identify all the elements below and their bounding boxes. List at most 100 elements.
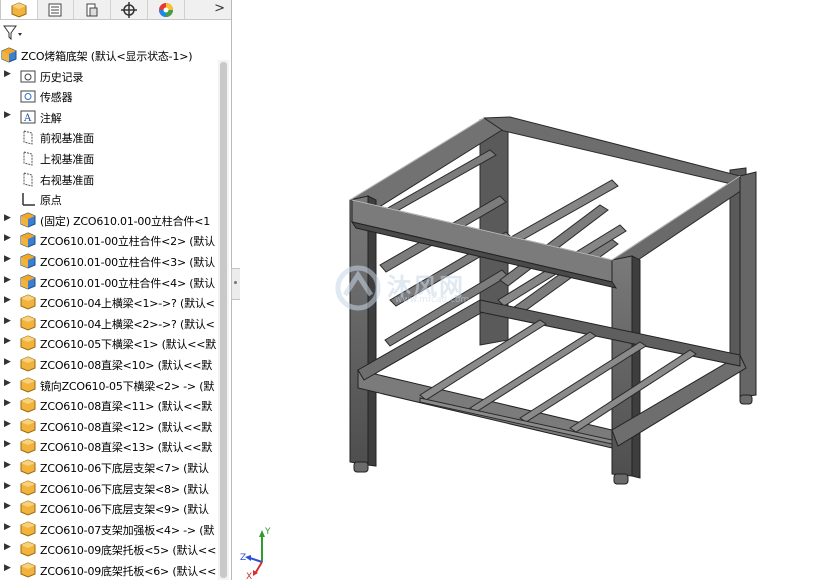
expand-arrow-icon[interactable]: ▶ xyxy=(4,439,11,449)
tree-item[interactable]: 传感器 xyxy=(0,86,218,106)
tree-item[interactable]: 原点 xyxy=(0,189,218,209)
tree-root-assembly[interactable]: ZCO烤箱底架 (默认<显示状态-1>) xyxy=(0,45,218,65)
tree-item-label: ZCO610-06下底层支架<9> (默认 xyxy=(40,503,209,517)
filter-icon[interactable] xyxy=(3,24,25,42)
tree-component[interactable]: ▶ ZCO610-04上横梁<1>->? (默认< xyxy=(0,292,218,312)
part-icon xyxy=(20,480,36,496)
tab-dimxpert-manager[interactable] xyxy=(111,0,148,19)
tree-item-label: ZCO610.01-00立柱合件<2> (默认 xyxy=(40,235,215,249)
part-icon xyxy=(20,438,36,454)
expand-arrow-icon[interactable]: ▶ xyxy=(4,275,11,285)
triad-y-label: Y xyxy=(264,527,271,537)
svg-text:A: A xyxy=(23,113,32,124)
expand-arrow-icon[interactable]: ▶ xyxy=(4,481,11,491)
tree-item-label: ZCO610.01-00立柱合件<3> (默认 xyxy=(40,256,215,269)
part-icon xyxy=(20,335,36,351)
expand-arrow-icon[interactable]: ▶ xyxy=(4,542,11,552)
assembly-icon xyxy=(1,47,17,63)
tab-display-manager[interactable] xyxy=(148,0,185,19)
subassembly-icon xyxy=(20,253,36,269)
expand-arrow-icon[interactable]: ▶ xyxy=(4,69,11,79)
part-icon xyxy=(20,541,36,557)
tree-item-label: 前视基准面 xyxy=(40,132,94,146)
expand-arrow-icon[interactable]: ▶ xyxy=(4,336,11,346)
plane-icon xyxy=(23,151,33,166)
expand-arrow-icon[interactable]: ▶ xyxy=(4,295,11,305)
triad-x-label: X xyxy=(246,572,252,580)
tree-item[interactable]: 前视基准面 xyxy=(0,127,218,147)
tree-item-label: 注解 xyxy=(40,111,62,125)
tree-item[interactable]: ▶ 历史记录 xyxy=(0,66,218,86)
tree-component[interactable]: ▶ ZCO610-04上横梁<2>->? (默认< xyxy=(0,313,218,333)
tree-item-label: ZCO610-05下横梁<1> (默认<<默 xyxy=(40,338,217,352)
tab-configuration-manager[interactable] xyxy=(74,0,111,19)
tree-item-label: 历史记录 xyxy=(40,70,84,84)
part-icon xyxy=(20,521,36,537)
tree-component[interactable]: ▶ ZCO610-08直梁<10> (默认<<默 xyxy=(0,354,218,374)
tree-item-label: ZCO610.01-00立柱合件<4> (默认 xyxy=(40,276,215,290)
tab-feature-manager[interactable] xyxy=(0,0,38,19)
tree-component[interactable]: ▶ ZCO610-06下底层支架<8> (默认 xyxy=(0,478,218,498)
part-icon xyxy=(20,397,36,413)
part-icon xyxy=(20,500,36,516)
tree-component[interactable]: ▶ ZCO610-09底架托板<5> (默认<< xyxy=(0,539,218,559)
origin-icon xyxy=(22,193,35,206)
feature-manager-panel: > ZCO烤箱底架 (默认<显示状态-1>) ▶ 历史记录传感器 ▶ A 注解前视基准面上… xyxy=(0,0,232,580)
tree-item-label: ZCO610-09底架托板<6> (默认<< xyxy=(40,565,217,578)
expand-arrow-icon[interactable]: ▶ xyxy=(4,254,11,264)
expand-arrow-icon[interactable]: ▶ xyxy=(4,213,11,223)
tree-component[interactable]: ▶ 镜向ZCO610-05下横梁<2> -> (默 xyxy=(0,375,218,395)
chevron-right-icon[interactable]: > xyxy=(214,1,225,16)
expand-arrow-icon[interactable]: ▶ xyxy=(4,522,11,532)
tree-item-label: 镜向ZCO610-05下横梁<2> -> (默 xyxy=(40,379,215,393)
tree-item-label: ZCO610-09底架托板<5> (默认<< xyxy=(40,544,217,558)
watermark-logo-icon xyxy=(335,265,381,311)
expand-arrow-icon[interactable]: ▶ xyxy=(4,398,11,408)
tree-component[interactable]: ▶ (固定) ZCO610.01-00立柱合件<1 xyxy=(0,210,218,230)
tab-property-manager[interactable] xyxy=(37,0,74,19)
tree-item[interactable]: 上视基准面 xyxy=(0,148,218,168)
tree-component[interactable]: ▶ ZCO610-06下底层支架<7> (默认 xyxy=(0,457,218,477)
part-icon xyxy=(20,459,36,475)
scrollbar-thumb[interactable] xyxy=(220,62,227,578)
oven-base-frame-model[interactable] xyxy=(240,0,820,580)
expand-arrow-icon[interactable]: ▶ xyxy=(4,563,11,573)
part-icon xyxy=(20,315,36,331)
subassembly-icon xyxy=(20,274,36,290)
expand-arrow-icon[interactable]: ▶ xyxy=(4,316,11,326)
tree-component[interactable]: ▶ ZCO610-08直梁<11> (默认<<默 xyxy=(0,395,218,415)
tree-component[interactable]: ▶ ZCO610-08直梁<12> (默认<<默 xyxy=(0,416,218,436)
tree-component[interactable]: ▶ ZCO610.01-00立柱合件<4> (默认 xyxy=(0,272,218,292)
tree-scrollbar[interactable] xyxy=(218,60,229,580)
tree-component[interactable]: ▶ ZCO610.01-00立柱合件<3> (默认 xyxy=(0,251,218,271)
expand-arrow-icon[interactable]: ▶ xyxy=(4,378,11,388)
tree-component[interactable]: ▶ ZCO610.01-00立柱合件<2> (默认 xyxy=(0,230,218,250)
tree-item[interactable]: 右视基准面 xyxy=(0,169,218,189)
splitter-grip xyxy=(234,281,237,284)
tree-filter[interactable] xyxy=(0,22,231,44)
part-icon xyxy=(20,294,36,310)
watermark: 沐风网 www.mfcad.com xyxy=(335,265,525,315)
expand-arrow-icon[interactable]: ▶ xyxy=(4,357,11,367)
tree-component[interactable]: ▶ ZCO610-05下横梁<1> (默认<<默 xyxy=(0,333,218,353)
expand-arrow-icon[interactable]: ▶ xyxy=(4,460,11,470)
feature-tree-icon xyxy=(11,1,27,18)
tree-component[interactable]: ▶ ZCO610-08直梁<13> (默认<<默 xyxy=(0,436,218,456)
tree-component[interactable]: ▶ ZCO610-06下底层支架<9> (默认 xyxy=(0,498,218,518)
tree-item-label: 传感器 xyxy=(40,91,73,105)
tree-item[interactable]: ▶ A 注解 xyxy=(0,107,218,127)
expand-arrow-icon[interactable]: ▶ xyxy=(4,419,11,429)
panel-tab-bar: > xyxy=(0,0,231,20)
subassembly-icon xyxy=(20,232,36,248)
tree-item-label: ZCO610-08直梁<12> (默认<<默 xyxy=(40,420,213,434)
tree-item-label: 原点 xyxy=(40,194,62,208)
tree-item-label: ZCO610-04上横梁<1>->? (默认< xyxy=(40,297,215,311)
expand-arrow-icon[interactable]: ▶ xyxy=(4,110,11,120)
tree-component[interactable]: ▶ ZCO610-07支架加强板<4> -> (默 xyxy=(0,519,218,539)
triad-z-label: Z xyxy=(240,553,246,563)
tree-item-label: ZCO610-08直梁<13> (默认<<默 xyxy=(40,441,213,455)
tree-component[interactable]: ▶ ZCO610-09底架托板<6> (默认<< xyxy=(0,560,218,580)
graphics-viewport[interactable]: 沐风网 www.mfcad.com Y Z X xyxy=(240,0,820,580)
expand-arrow-icon[interactable]: ▶ xyxy=(4,233,11,243)
expand-arrow-icon[interactable]: ▶ xyxy=(4,501,11,511)
